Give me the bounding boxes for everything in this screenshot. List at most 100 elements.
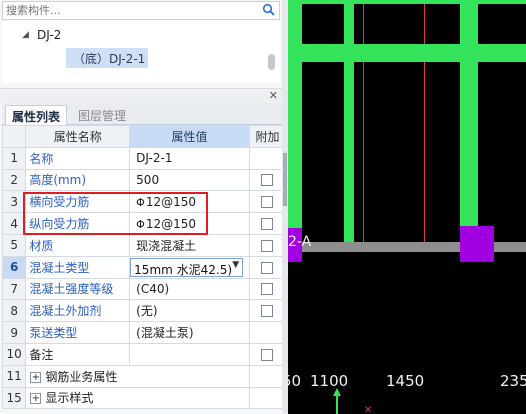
property-value[interactable]: 现浇混凝土 xyxy=(129,233,250,257)
rebar-spec: 12@150 xyxy=(145,216,197,231)
table-row[interactable]: 9 泵送类型 (混凝土泵) xyxy=(1,321,287,344)
search-box[interactable] xyxy=(2,1,280,20)
row-number: 2 xyxy=(1,168,27,192)
close-icon[interactable]: ✕ xyxy=(269,89,278,102)
tree-collapse-icon[interactable]: ◢ xyxy=(22,30,29,40)
component-panel: ◢ DJ-2 （底）DJ-2-1 ✕ 属性列表 图层管理 属性名称 属性值 附加… xyxy=(0,0,288,414)
extra-checkbox[interactable] xyxy=(261,305,274,318)
tree-scrollbar-thumb[interactable] xyxy=(268,54,275,70)
tab-bar: 属性列表 图层管理 xyxy=(2,103,288,125)
table-row[interactable]: 4 纵向受力筋 Φ12@150 xyxy=(1,212,287,235)
property-name: 混凝土类型 xyxy=(25,255,131,279)
green-beam xyxy=(460,0,478,226)
extra-checkbox-cell xyxy=(248,190,287,214)
header-property-name: 属性名称 xyxy=(25,125,131,148)
row-number: 8 xyxy=(1,299,27,323)
grid-corner xyxy=(1,125,27,148)
dimension-text: 50 xyxy=(288,372,302,390)
property-value[interactable] xyxy=(129,342,250,366)
table-row-group[interactable]: 15 + 显示样式 xyxy=(1,386,287,410)
row-number: 15 xyxy=(1,386,27,410)
concrete-type-dropdown[interactable]: 15mm 水泥42.5) ▼ xyxy=(130,257,244,277)
rebar-grade-symbol: Φ xyxy=(136,217,145,231)
extra-cell xyxy=(248,146,287,170)
rebar-spec: 12@150 xyxy=(145,194,197,209)
property-value[interactable]: 500 xyxy=(129,168,250,192)
property-name: 材质 xyxy=(25,233,131,257)
tab-layer-management[interactable]: 图层管理 xyxy=(72,105,132,125)
panel-divider: ✕ xyxy=(0,88,288,103)
table-row-group[interactable]: 11 + 钢筋业务属性 xyxy=(1,364,287,388)
splitter-grip[interactable] xyxy=(283,153,287,206)
extra-checkbox[interactable] xyxy=(261,174,274,187)
header-property-value: 属性值 xyxy=(129,125,250,148)
extra-cell xyxy=(248,386,287,410)
component-tree: ◢ DJ-2 （底）DJ-2-1 xyxy=(2,21,280,83)
property-value[interactable]: (C40) xyxy=(129,277,250,301)
row-number: 10 xyxy=(1,342,27,366)
property-value[interactable]: DJ-2-1 xyxy=(129,146,250,170)
row-number: 7 xyxy=(1,277,27,301)
dimension-text: 1100 xyxy=(310,372,349,390)
dimension-text: 235 xyxy=(500,372,526,390)
table-row[interactable]: 10 备注 xyxy=(1,342,287,366)
row-number: 5 xyxy=(1,233,27,257)
property-name: 高度(mm) xyxy=(25,168,131,192)
extra-cell xyxy=(248,321,287,344)
property-value[interactable]: Φ12@150 xyxy=(129,212,250,235)
row-number: 1 xyxy=(1,146,27,170)
row-number: 11 xyxy=(1,364,27,388)
expand-plus-icon[interactable]: + xyxy=(30,393,42,405)
extra-checkbox[interactable] xyxy=(261,283,274,296)
tree-node-dj-2[interactable]: DJ-2 xyxy=(37,28,61,42)
property-value[interactable]: (混凝土泵) xyxy=(129,321,250,344)
extra-checkbox[interactable] xyxy=(261,196,274,209)
extra-checkbox-cell xyxy=(248,233,287,257)
property-name: 备注 xyxy=(25,342,131,366)
search-icon[interactable] xyxy=(262,3,276,17)
green-beam xyxy=(288,44,526,62)
search-input[interactable] xyxy=(6,3,256,18)
table-row[interactable]: 2 高度(mm) 500 xyxy=(1,168,287,192)
purple-column xyxy=(460,226,494,262)
property-value[interactable]: (无) xyxy=(129,299,250,323)
property-name: 混凝土强度等级 xyxy=(25,277,131,301)
extra-checkbox[interactable] xyxy=(261,261,274,274)
extra-cell xyxy=(248,364,287,388)
ucs-x-arrow-icon: ✕ xyxy=(364,405,373,414)
extra-checkbox-cell xyxy=(248,168,287,192)
tree-node-dj-2-1[interactable]: （底）DJ-2-1 xyxy=(66,48,148,68)
green-beam xyxy=(288,0,302,242)
property-grid: 属性名称 属性值 附加 1 名称 DJ-2-1 2 高度(mm) 500 3 横… xyxy=(1,125,287,410)
dimension-text: 1450 xyxy=(386,372,425,390)
chevron-down-icon[interactable]: ▼ xyxy=(232,260,239,270)
property-group: + 钢筋业务属性 xyxy=(25,364,250,388)
property-name: 混凝土外加剂 xyxy=(25,299,131,323)
extra-checkbox-cell xyxy=(248,277,287,301)
table-row[interactable]: 3 横向受力筋 Φ12@150 xyxy=(1,190,287,214)
table-row[interactable]: 1 名称 DJ-2-1 xyxy=(1,146,287,170)
table-row[interactable]: 5 材质 现浇混凝土 xyxy=(1,233,287,257)
property-value[interactable]: Φ12@150 xyxy=(129,190,250,214)
group-label: 钢筋业务属性 xyxy=(45,369,118,384)
dropdown-value: 15mm 水泥42.5) xyxy=(134,262,233,277)
row-number: 4 xyxy=(1,212,27,235)
property-name: 纵向受力筋 xyxy=(25,212,131,235)
table-row[interactable]: 8 混凝土外加剂 (无) xyxy=(1,299,287,323)
grid-axis-line xyxy=(424,0,425,248)
extra-checkbox-cell xyxy=(248,299,287,323)
property-value-cell: 15mm 水泥42.5) ▼ xyxy=(129,255,250,279)
group-label: 显示样式 xyxy=(45,391,94,406)
header-extra: 附加 xyxy=(248,125,287,148)
cad-viewport[interactable]: 2-A 50 1100 1450 235 ✕ xyxy=(288,0,526,414)
extra-checkbox[interactable] xyxy=(261,218,274,231)
extra-checkbox[interactable] xyxy=(261,348,274,361)
table-row-selected[interactable]: 6 混凝土类型 15mm 水泥42.5) ▼ xyxy=(1,255,287,279)
expand-plus-icon[interactable]: + xyxy=(30,371,42,383)
tab-property-list[interactable]: 属性列表 xyxy=(5,105,68,125)
extra-checkbox[interactable] xyxy=(261,239,274,252)
property-name: 泵送类型 xyxy=(25,321,131,344)
property-name: 名称 xyxy=(25,146,131,170)
row-number: 9 xyxy=(1,321,27,344)
table-row[interactable]: 7 混凝土强度等级 (C40) xyxy=(1,277,287,301)
